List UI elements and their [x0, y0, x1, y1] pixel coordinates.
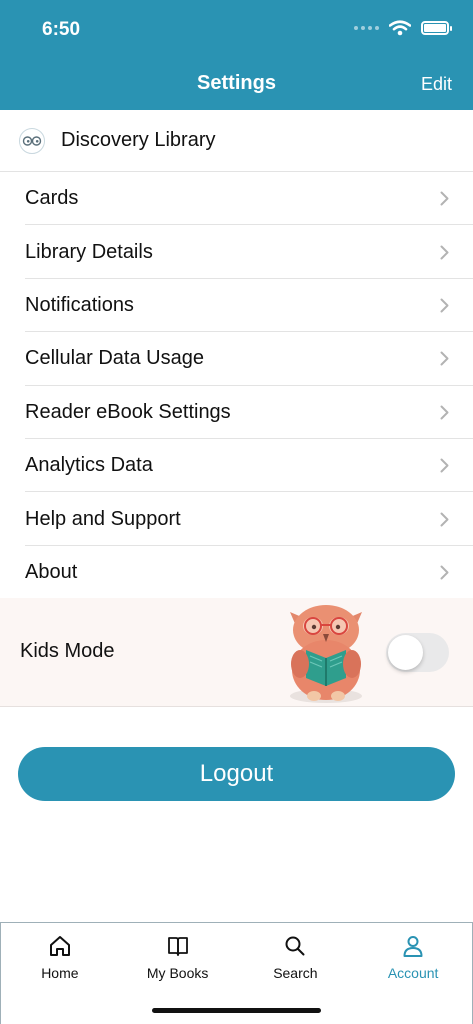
person-icon — [400, 933, 426, 959]
kids-mode-toggle[interactable] — [386, 633, 449, 672]
tab-home[interactable]: Home — [1, 923, 119, 1024]
chevron-right-icon — [440, 565, 449, 580]
search-icon — [282, 933, 308, 959]
menu-item-library-details[interactable]: Library Details — [0, 225, 473, 280]
home-indicator — [152, 1008, 321, 1013]
chevron-right-icon — [440, 191, 449, 206]
chevron-right-icon — [440, 512, 449, 527]
wifi-icon — [389, 20, 411, 36]
menu-item-label: About — [25, 560, 78, 583]
menu-item-label: Library Details — [25, 240, 153, 263]
status-icons — [354, 20, 452, 36]
owl-reading-illustration — [290, 605, 362, 703]
menu-item-label: Notifications — [25, 293, 134, 316]
library-row[interactable]: Discovery Library — [0, 110, 473, 172]
settings-menu: Cards Library Details Notifications Cell… — [0, 172, 473, 600]
tab-label: My Books — [146, 965, 209, 981]
menu-item-notifications[interactable]: Notifications — [0, 279, 473, 333]
menu-item-label: Help and Support — [25, 507, 181, 530]
menu-item-label: Analytics Data — [25, 454, 153, 477]
menu-item-reader-ebook-settings[interactable]: Reader eBook Settings — [0, 386, 473, 440]
kids-mode-label: Kids Mode — [20, 640, 115, 662]
menu-item-label: Cellular Data Usage — [25, 347, 204, 370]
menu-item-analytics-data[interactable]: Analytics Data — [0, 439, 473, 493]
chevron-right-icon — [440, 458, 449, 473]
library-name: Discovery Library — [61, 129, 216, 151]
menu-item-about[interactable]: About — [0, 546, 473, 600]
header: 6:50 Settings Edit — [0, 0, 473, 110]
logout-button[interactable]: Logout — [18, 747, 455, 801]
chevron-right-icon — [440, 245, 449, 260]
menu-item-cellular-data-usage[interactable]: Cellular Data Usage — [0, 332, 473, 386]
tab-label: Home — [41, 965, 79, 981]
library-logo-icon — [19, 127, 45, 154]
home-icon — [47, 933, 73, 959]
battery-icon — [421, 21, 452, 35]
menu-item-cards[interactable]: Cards — [0, 172, 473, 226]
status-time: 6:50 — [42, 19, 81, 40]
cellular-signal-icon — [354, 26, 379, 30]
page-title: Settings — [197, 72, 276, 94]
menu-item-help-and-support[interactable]: Help and Support — [0, 492, 473, 547]
chevron-right-icon — [440, 351, 449, 366]
chevron-right-icon — [440, 298, 449, 313]
book-icon — [165, 933, 191, 959]
menu-item-label: Cards — [25, 187, 79, 210]
toggle-knob — [388, 635, 423, 670]
tab-account[interactable]: Account — [354, 923, 472, 1024]
tab-label: Account — [387, 965, 439, 981]
tab-label: Search — [273, 965, 318, 981]
menu-item-label: Reader eBook Settings — [25, 400, 231, 423]
chevron-right-icon — [440, 405, 449, 420]
edit-button[interactable]: Edit — [421, 74, 452, 95]
